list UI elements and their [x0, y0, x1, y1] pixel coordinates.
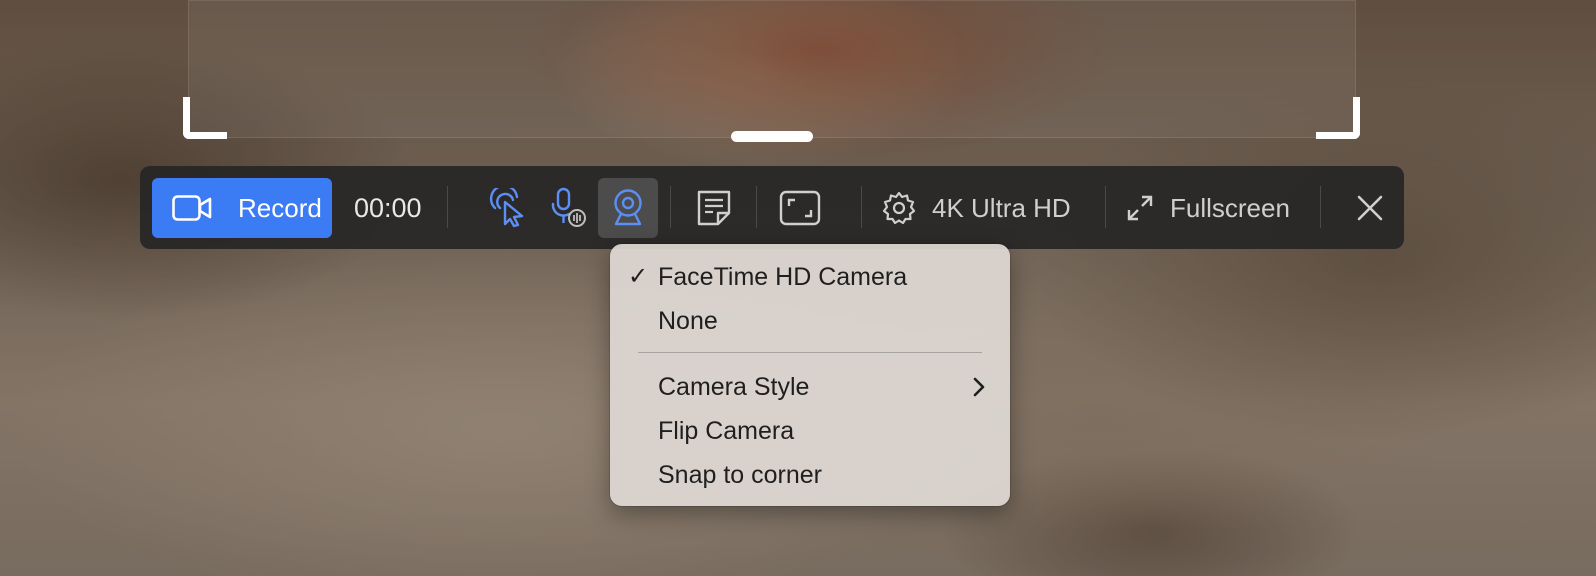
capture-region[interactable]	[188, 0, 1356, 138]
toolbar-divider	[861, 186, 862, 228]
fullscreen-button[interactable]: Fullscreen	[1126, 186, 1290, 230]
menu-item-flip-camera[interactable]: Flip Camera	[610, 411, 1010, 451]
menu-divider	[638, 352, 982, 353]
expand-icon	[1127, 195, 1153, 221]
close-button[interactable]	[1348, 186, 1392, 230]
chevron-right-icon	[973, 377, 985, 397]
recording-timer: 00:00	[354, 193, 422, 223]
record-label: Record	[238, 193, 322, 223]
gear-icon	[882, 191, 916, 225]
webcam-button[interactable]	[598, 178, 658, 238]
menu-item-label: Camera Style	[658, 373, 810, 401]
recording-toolbar: Record 00:00 4K Ultra HD Fullscreen	[140, 166, 1404, 249]
menu-item-facetime-camera[interactable]: ✓ FaceTime HD Camera	[610, 257, 1010, 297]
menu-item-label: None	[658, 307, 718, 335]
microphone-icon	[551, 187, 586, 227]
video-camera-icon	[172, 195, 212, 221]
toolbar-divider	[447, 186, 448, 228]
menu-item-camera-style[interactable]: Camera Style	[610, 367, 1010, 407]
fullscreen-label: Fullscreen	[1170, 192, 1290, 223]
menu-item-label: FaceTime HD Camera	[658, 263, 908, 291]
toolbar-divider	[1105, 186, 1106, 228]
cursor-highlight-button[interactable]	[478, 178, 538, 238]
toolbar-divider	[1320, 186, 1321, 228]
checkmark-icon: ✓	[628, 263, 649, 290]
menu-item-snap-to-corner[interactable]: Snap to corner	[610, 455, 1010, 495]
webcam-icon	[614, 189, 642, 226]
close-icon	[1357, 195, 1383, 221]
toolbar-divider	[756, 186, 757, 228]
camera-dropdown-menu: ✓ FaceTime HD Camera None Camera Style F…	[610, 244, 1010, 506]
region-select-icon	[779, 190, 821, 226]
menu-item-label: Flip Camera	[658, 417, 795, 445]
cursor-highlight-icon	[489, 188, 524, 228]
menu-item-none[interactable]: None	[610, 301, 1010, 341]
quality-settings-button[interactable]: 4K Ultra HD	[882, 186, 1071, 230]
capture-resize-handle[interactable]	[731, 131, 813, 142]
region-select-button[interactable]	[770, 178, 830, 238]
quality-label: 4K Ultra HD	[932, 192, 1071, 223]
microphone-button[interactable]	[538, 178, 598, 238]
capture-corner-bottom-left[interactable]	[183, 97, 227, 139]
toolbar-divider	[670, 186, 671, 228]
notes-icon	[697, 190, 731, 226]
record-button[interactable]: Record	[152, 178, 332, 238]
capture-corner-bottom-right[interactable]	[1316, 97, 1360, 139]
notes-button[interactable]	[684, 178, 744, 238]
menu-item-label: Snap to corner	[658, 461, 822, 489]
